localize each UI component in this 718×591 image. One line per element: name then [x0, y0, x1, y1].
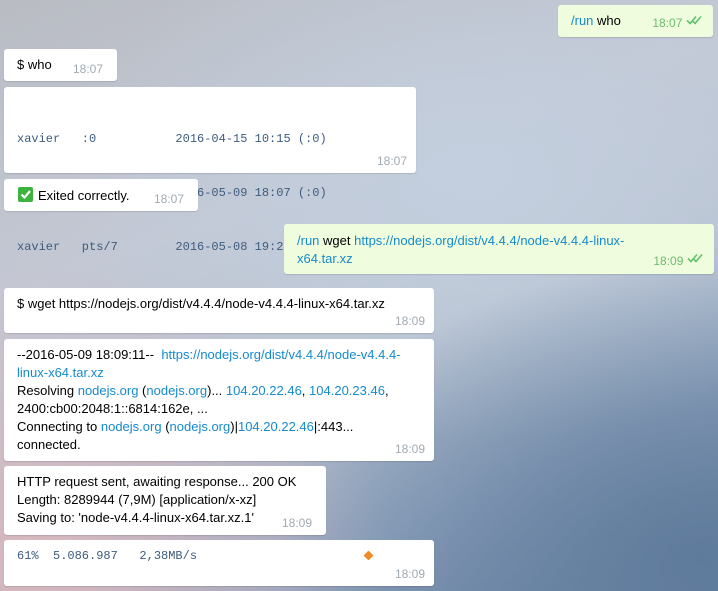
url-link[interactable]: https://nodejs.org/dist/v4.4.4/node-v4.4… [161, 347, 400, 362]
progress-text: 61% 5.086.987 2,38MB/s [17, 549, 198, 563]
host-link[interactable]: nodejs.org [78, 383, 139, 398]
exit-status-text: Exited correctly. [38, 188, 130, 203]
message-meta: 18:09 [653, 252, 705, 270]
log-line-connected: connected. [17, 437, 81, 452]
log-line-resolving: Resolving nodejs.org (nodejs.org)... 104… [17, 383, 389, 398]
bot-command-link[interactable]: /run [297, 233, 319, 248]
message-text: $ wget https://nodejs.org/dist/v4.4.4/no… [17, 296, 385, 311]
message-incoming-shell-wget[interactable]: $ wget https://nodejs.org/dist/v4.4.4/no… [4, 288, 434, 333]
command-argument: who [597, 13, 621, 28]
message-incoming-progress[interactable]: 61% 5.086.987 2,38MB/s 18:09 [4, 540, 434, 586]
message-time: 18:09 [282, 516, 313, 530]
host-link[interactable]: nodejs.org [101, 419, 162, 434]
message-text: Exited correctly. [18, 187, 130, 205]
message-text: $ who [17, 57, 52, 72]
host-link[interactable]: nodejs.org [146, 383, 207, 398]
message-time: 18:07 [154, 192, 185, 206]
log-line-ipv6: 2400:cb00:2048:1::6814:162e, ... [17, 401, 208, 416]
command-argument: wget [323, 233, 351, 248]
message-time: 18:07 [376, 154, 407, 168]
url-link-continued[interactable]: linux-x64.tar.xz [17, 364, 429, 382]
white-check-mark-icon [18, 187, 33, 202]
message-time: 18:09 [394, 314, 425, 328]
message-text: /run wget https://nodejs.org/dist/v4.4.4… [297, 232, 667, 268]
log-line-timestamp: --2016-05-09 18:09:11-- https://nodejs.o… [17, 347, 401, 362]
host-link[interactable]: nodejs.org [170, 419, 231, 434]
message-time: 18:09 [394, 567, 425, 581]
message-incoming-http-response[interactable]: HTTP request sent, awaiting response... … [4, 466, 326, 535]
message-outgoing-run-wget[interactable]: /run wget https://nodejs.org/dist/v4.4.4… [284, 224, 714, 274]
output-line: xavier :0 2016-04-15 10:15 (:0) [17, 132, 327, 146]
small-orange-diamond-icon [363, 550, 374, 561]
log-line: HTTP request sent, awaiting response... … [17, 474, 297, 489]
message-time: 18:09 [653, 254, 684, 268]
message-time: 18:07 [652, 16, 683, 30]
ip-link[interactable]: 104.20.22.46 [238, 419, 314, 434]
message-text: HTTP request sent, awaiting response... … [17, 473, 296, 527]
message-meta: 18:07 [652, 14, 704, 32]
double-check-icon [686, 15, 704, 29]
message-outgoing-run-who[interactable]: /run who 18:07 [558, 5, 713, 37]
bot-command-link[interactable]: /run [571, 13, 593, 28]
log-line: Saving to: 'node-v4.4.4-linux-x64.tar.xz… [17, 510, 254, 525]
ip-link[interactable]: 104.20.23.46 [309, 383, 385, 398]
message-incoming-wget-log[interactable]: --2016-05-09 18:09:11-- https://nodejs.o… [4, 339, 434, 461]
output-line: xavier pts/7 2016-05-08 19:20 (:0) [17, 240, 327, 254]
ip-link[interactable]: 104.20.22.46 [226, 383, 302, 398]
message-incoming-shell-who[interactable]: $ who 18:07 [4, 49, 117, 81]
message-time: 18:07 [73, 62, 104, 76]
message-incoming-exit-status[interactable]: Exited correctly. 18:07 [4, 179, 198, 211]
log-line-connecting: Connecting to nodejs.org (nodejs.org)|10… [17, 419, 354, 434]
message-text: --2016-05-09 18:09:11-- https://nodejs.o… [17, 346, 429, 454]
message-text: /run who [571, 12, 621, 30]
log-line: Length: 8289944 (7,9M) [application/x-xz… [17, 492, 257, 507]
message-incoming-who-output[interactable]: xavier :0 2016-04-15 10:15 (:0) xavier p… [4, 87, 416, 308]
double-check-icon [687, 253, 705, 267]
message-time: 18:09 [394, 442, 425, 456]
